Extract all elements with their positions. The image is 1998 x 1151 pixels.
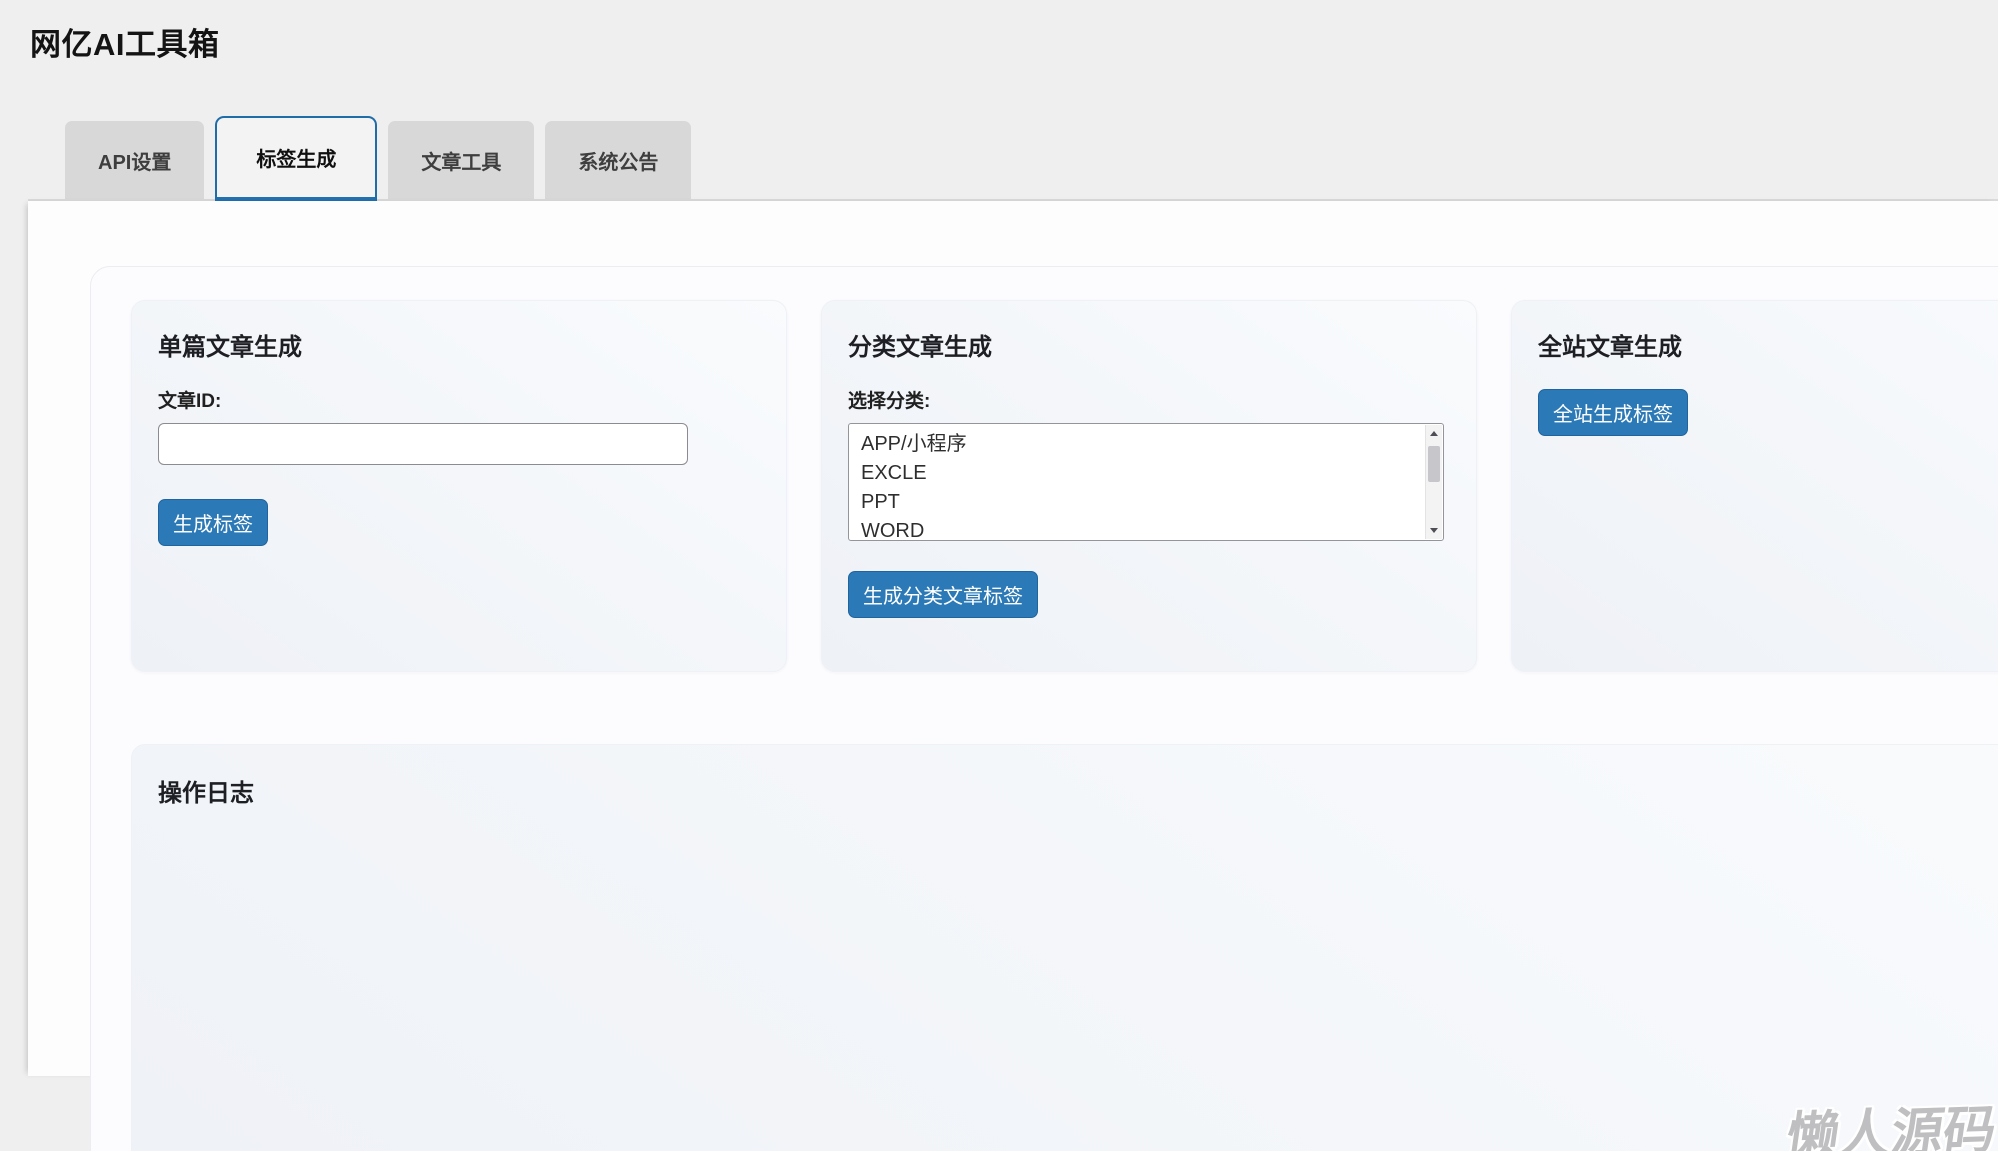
tab-content-panel: 单篇文章生成 文章ID: 生成标签 分类文章生成 选择分类: APP/小程序 E…: [28, 201, 1998, 1076]
listbox-scrollbar[interactable]: [1425, 425, 1442, 539]
arrow-down-icon: [1430, 528, 1438, 533]
article-id-input[interactable]: [158, 423, 688, 465]
tab-bar: API设置 标签生成 文章工具 系统公告: [28, 117, 1998, 201]
category-article-card-title: 分类文章生成: [848, 327, 1450, 362]
single-article-card: 单篇文章生成 文章ID: 生成标签: [131, 300, 787, 672]
scrollbar-up-button[interactable]: [1426, 425, 1442, 442]
category-option[interactable]: WORD: [861, 517, 1443, 541]
content-wrapper: 单篇文章生成 文章ID: 生成标签 分类文章生成 选择分类: APP/小程序 E…: [90, 266, 1998, 1151]
generate-site-tags-button[interactable]: 全站生成标签: [1538, 389, 1688, 436]
category-listbox[interactable]: APP/小程序 EXCLE PPT WORD: [848, 423, 1444, 541]
tab-article-tools[interactable]: 文章工具: [388, 121, 534, 199]
tab-api-settings[interactable]: API设置: [65, 121, 204, 199]
tab-tag-generation[interactable]: 标签生成: [215, 116, 377, 202]
generate-category-tags-button[interactable]: 生成分类文章标签: [848, 571, 1038, 618]
category-option[interactable]: PPT: [861, 488, 1443, 517]
operation-log-title: 操作日志: [158, 773, 1998, 808]
article-id-label: 文章ID:: [158, 386, 760, 413]
tab-system-announcement[interactable]: 系统公告: [545, 121, 691, 199]
generate-tag-button[interactable]: 生成标签: [158, 499, 268, 546]
operation-log-card: 操作日志: [131, 744, 1998, 1151]
category-option-list: APP/小程序 EXCLE PPT WORD: [849, 424, 1443, 541]
page-title: 网亿AI工具箱: [30, 19, 1998, 64]
scrollbar-thumb[interactable]: [1428, 446, 1440, 482]
scrollbar-down-button[interactable]: [1426, 522, 1442, 539]
single-article-card-title: 单篇文章生成: [158, 327, 760, 362]
category-option[interactable]: APP/小程序: [861, 430, 1443, 459]
category-option[interactable]: EXCLE: [861, 459, 1443, 488]
cards-row: 单篇文章生成 文章ID: 生成标签 分类文章生成 选择分类: APP/小程序 E…: [131, 300, 1998, 672]
category-select-label: 选择分类:: [848, 386, 1450, 413]
arrow-up-icon: [1430, 431, 1438, 436]
category-article-card: 分类文章生成 选择分类: APP/小程序 EXCLE PPT WORD: [821, 300, 1477, 672]
site-article-card-title: 全站文章生成: [1538, 327, 1998, 362]
site-article-card: 全站文章生成 全站生成标签: [1511, 300, 1998, 672]
